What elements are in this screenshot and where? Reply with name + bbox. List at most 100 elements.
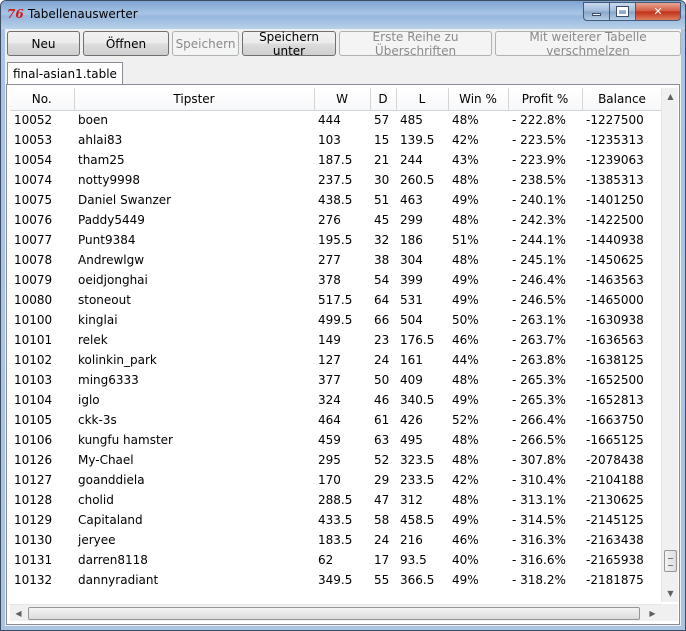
cell-profit-pct[interactable]: - 313.1% bbox=[508, 490, 582, 510]
cell-no[interactable]: 10106 bbox=[10, 430, 74, 450]
cell-balance[interactable]: -1422500 bbox=[582, 210, 662, 230]
cell-win-pct[interactable]: 46% bbox=[448, 330, 508, 350]
cell-win-pct[interactable]: 51% bbox=[448, 230, 508, 250]
cell-d[interactable]: 55 bbox=[370, 570, 396, 590]
table-row[interactable]: 10127 goanddiela 170 29 233.5 42% - 310.4% -210… bbox=[10, 470, 662, 490]
cell-balance[interactable]: -1638125 bbox=[582, 350, 662, 370]
cell-l[interactable]: 463 bbox=[396, 190, 448, 210]
cell-l[interactable]: 260.5 bbox=[396, 170, 448, 190]
cell-no[interactable]: 10053 bbox=[10, 130, 74, 150]
cell-no[interactable]: 10127 bbox=[10, 470, 74, 490]
cell-no[interactable]: 10128 bbox=[10, 490, 74, 510]
cell-w[interactable]: 237.5 bbox=[314, 170, 370, 190]
cell-tipster[interactable]: Andrewlgw bbox=[74, 250, 314, 270]
cell-w[interactable]: 277 bbox=[314, 250, 370, 270]
cell-profit-pct[interactable]: - 238.5% bbox=[508, 170, 582, 190]
table-row[interactable]: 10126 My-Chael 295 52 323.5 48% - 307.8% -20784… bbox=[10, 450, 662, 470]
table-row[interactable]: 10077 Punt9384 195.5 32 186 51% - 244.1% -14409… bbox=[10, 230, 662, 250]
cell-d[interactable]: 47 bbox=[370, 490, 396, 510]
cell-balance[interactable]: -1385313 bbox=[582, 170, 662, 190]
cell-tipster[interactable]: stoneout bbox=[74, 290, 314, 310]
table-row[interactable]: 10074 notty9998 237.5 30 260.5 48% - 238.5% -13… bbox=[10, 170, 662, 190]
header-col-profit-pct[interactable]: Profit % bbox=[508, 88, 583, 111]
cell-no[interactable]: 10101 bbox=[10, 330, 74, 350]
cell-win-pct[interactable]: 48% bbox=[448, 450, 508, 470]
cell-tipster[interactable]: dannyradiant bbox=[74, 570, 314, 590]
table-row[interactable]: 10130 jeryee 183.5 24 216 46% - 316.3% -2163438 bbox=[10, 530, 662, 550]
horizontal-scroll-thumb[interactable] bbox=[28, 607, 640, 620]
cell-d[interactable]: 17 bbox=[370, 550, 396, 570]
cell-balance[interactable]: -1663750 bbox=[582, 410, 662, 430]
table-row[interactable]: 10053 ahlai83 103 15 139.5 42% - 223.5% -123531… bbox=[10, 130, 662, 150]
table-row[interactable]: 10104 iglo 324 46 340.5 49% - 265.3% -1652813 bbox=[10, 390, 662, 410]
cell-d[interactable]: 58 bbox=[370, 510, 396, 530]
horizontal-scrollbar[interactable]: ◀ ▶ bbox=[10, 604, 661, 621]
cell-balance[interactable]: -1465000 bbox=[582, 290, 662, 310]
cell-profit-pct[interactable]: - 242.3% bbox=[508, 210, 582, 230]
cell-no[interactable]: 10078 bbox=[10, 250, 74, 270]
cell-w[interactable]: 378 bbox=[314, 270, 370, 290]
cell-w[interactable]: 170 bbox=[314, 470, 370, 490]
header-col-win-pct[interactable]: Win % bbox=[448, 88, 509, 111]
cell-win-pct[interactable]: 44% bbox=[448, 350, 508, 370]
cell-balance[interactable]: -2165938 bbox=[582, 550, 662, 570]
cell-w[interactable]: 62 bbox=[314, 550, 370, 570]
cell-l[interactable]: 504 bbox=[396, 310, 448, 330]
cell-no[interactable]: 10131 bbox=[10, 550, 74, 570]
data-table-view[interactable]: No. Tipster W D L Win % Profit % Balance 10052 b… bbox=[10, 88, 662, 602]
cell-profit-pct[interactable]: - 240.1% bbox=[508, 190, 582, 210]
cell-tipster[interactable]: boen bbox=[74, 110, 314, 130]
cell-tipster[interactable]: jeryee bbox=[74, 530, 314, 550]
cell-balance[interactable]: -2163438 bbox=[582, 530, 662, 550]
cell-win-pct[interactable]: 52% bbox=[448, 410, 508, 430]
cell-l[interactable]: 312 bbox=[396, 490, 448, 510]
cell-d[interactable]: 52 bbox=[370, 450, 396, 470]
cell-no[interactable]: 10105 bbox=[10, 410, 74, 430]
cell-profit-pct[interactable]: - 223.5% bbox=[508, 130, 582, 150]
cell-profit-pct[interactable]: - 314.5% bbox=[508, 510, 582, 530]
table-row[interactable]: 10128 cholid 288.5 47 312 48% - 313.1% -2130625 bbox=[10, 490, 662, 510]
cell-w[interactable]: 288.5 bbox=[314, 490, 370, 510]
cell-w[interactable]: 149 bbox=[314, 330, 370, 350]
cell-no[interactable]: 10052 bbox=[10, 110, 74, 130]
cell-no[interactable]: 10054 bbox=[10, 150, 74, 170]
vertical-scroll-thumb[interactable] bbox=[664, 550, 677, 572]
cell-tipster[interactable]: kinglai bbox=[74, 310, 314, 330]
cell-l[interactable]: 366.5 bbox=[396, 570, 448, 590]
cell-balance[interactable]: -1636563 bbox=[582, 330, 662, 350]
cell-l[interactable]: 244 bbox=[396, 150, 448, 170]
cell-tipster[interactable]: relek bbox=[74, 330, 314, 350]
minimize-button[interactable] bbox=[583, 2, 610, 21]
cell-tipster[interactable]: Daniel Swanzer bbox=[74, 190, 314, 210]
cell-l[interactable]: 458.5 bbox=[396, 510, 448, 530]
cell-w[interactable]: 127 bbox=[314, 350, 370, 370]
cell-d[interactable]: 32 bbox=[370, 230, 396, 250]
close-button[interactable]: ✕ bbox=[636, 2, 681, 21]
header-col-d[interactable]: D bbox=[370, 88, 397, 111]
cell-tipster[interactable]: ming6333 bbox=[74, 370, 314, 390]
cell-d[interactable]: 15 bbox=[370, 130, 396, 150]
table-row[interactable]: 10080 stoneout 517.5 64 531 49% - 246.5% -14650… bbox=[10, 290, 662, 310]
cell-l[interactable]: 485 bbox=[396, 110, 448, 130]
cell-w[interactable]: 195.5 bbox=[314, 230, 370, 250]
cell-balance[interactable]: -1450625 bbox=[582, 250, 662, 270]
cell-tipster[interactable]: ckk-3s bbox=[74, 410, 314, 430]
cell-d[interactable]: 30 bbox=[370, 170, 396, 190]
cell-w[interactable]: 517.5 bbox=[314, 290, 370, 310]
cell-l[interactable]: 495 bbox=[396, 430, 448, 450]
cell-w[interactable]: 276 bbox=[314, 210, 370, 230]
cell-no[interactable]: 10079 bbox=[10, 270, 74, 290]
cell-d[interactable]: 57 bbox=[370, 110, 396, 130]
table-row[interactable]: 10129 Capitaland 433.5 58 458.5 49% - 314.5% -2… bbox=[10, 510, 662, 530]
cell-d[interactable]: 45 bbox=[370, 210, 396, 230]
cell-w[interactable]: 295 bbox=[314, 450, 370, 470]
cell-profit-pct[interactable]: - 318.2% bbox=[508, 570, 582, 590]
table-row[interactable]: 10102 kolinkin_park 127 24 161 44% - 263.8% -16… bbox=[10, 350, 662, 370]
cell-l[interactable]: 426 bbox=[396, 410, 448, 430]
cell-win-pct[interactable]: 40% bbox=[448, 550, 508, 570]
cell-win-pct[interactable]: 49% bbox=[448, 390, 508, 410]
cell-w[interactable]: 433.5 bbox=[314, 510, 370, 530]
cell-profit-pct[interactable]: - 222.8% bbox=[508, 110, 582, 130]
cell-win-pct[interactable]: 48% bbox=[448, 170, 508, 190]
cell-no[interactable]: 10074 bbox=[10, 170, 74, 190]
